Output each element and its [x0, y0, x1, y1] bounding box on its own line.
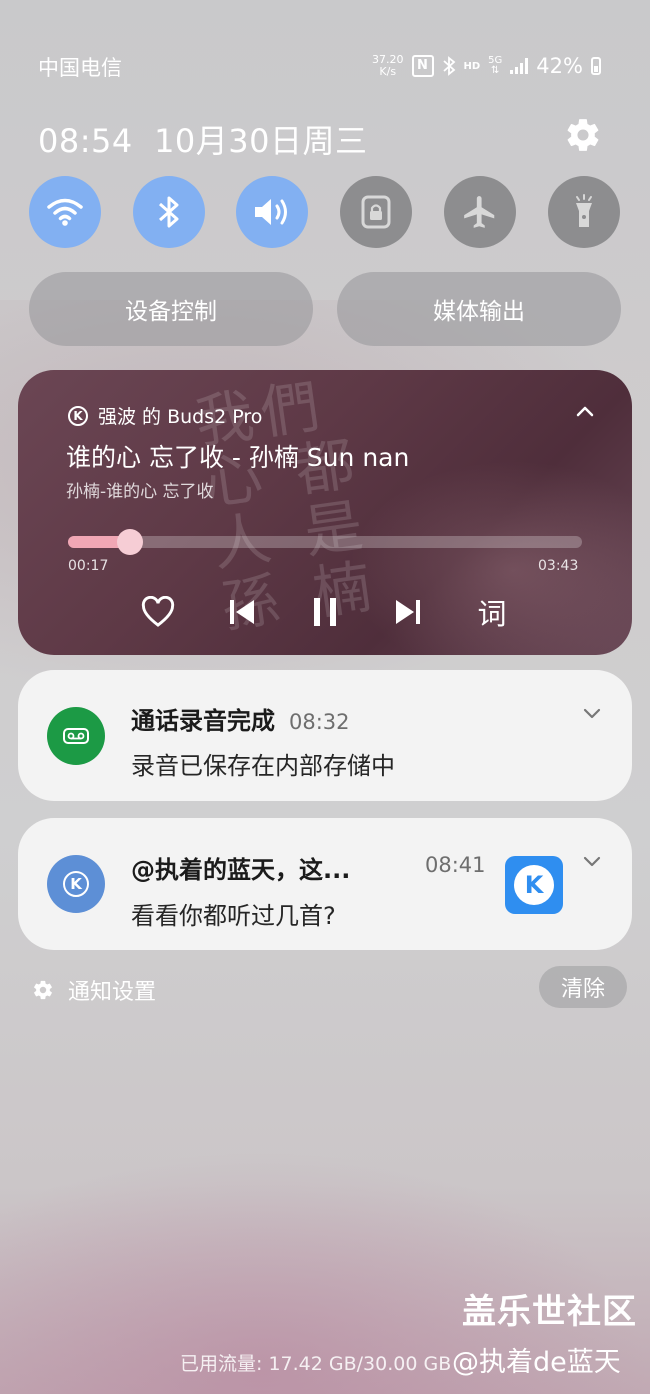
notification-settings-label: 通知设置: [68, 980, 157, 1005]
notification-time: 08:41: [425, 853, 486, 877]
flashlight-icon: [576, 194, 592, 227]
next-track-icon[interactable]: [388, 592, 428, 632]
bluetooth-icon: [159, 196, 179, 228]
device-control-button[interactable]: 设备控制: [29, 272, 313, 346]
network-speed: 37.20 K/s: [372, 54, 404, 78]
network-speed-unit: K/s: [379, 65, 397, 78]
notification-body: 录音已保存在内部存储中: [131, 752, 395, 780]
rotation-lock-toggle[interactable]: [340, 176, 412, 248]
bluetooth-toggle[interactable]: [133, 176, 205, 248]
notification-kugou[interactable]: K @执着的蓝天，这... 08:41 看看你都听过几首? K: [18, 818, 632, 950]
favorite-heart-icon[interactable]: [138, 592, 178, 632]
nfc-icon: N: [411, 55, 434, 77]
media-output-button[interactable]: 媒体输出: [337, 272, 621, 346]
clock-date[interactable]: 08:54 10月30日周三: [38, 116, 368, 162]
5g-icon: 5G ⇅: [488, 56, 502, 76]
watermark-community: 盖乐世社区: [462, 1292, 637, 1332]
clock-time[interactable]: 08:54: [38, 122, 133, 160]
notification-call-recording[interactable]: 通话录音完成 08:32 录音已保存在内部存储中: [18, 670, 632, 801]
notification-header: 通话录音完成 08:32: [131, 701, 350, 736]
date-label[interactable]: 10月30日周三: [154, 122, 367, 160]
settings-small-gear-icon: [34, 980, 52, 1000]
total-time: 03:43: [538, 558, 579, 574]
lyrics-button[interactable]: 词: [472, 592, 512, 632]
signal-strength-icon: [510, 58, 529, 74]
kugou-logo-icon: K: [514, 865, 554, 905]
battery-icon: [590, 57, 601, 75]
song-artist-album: 孙楠-谁的心 忘了收: [66, 482, 214, 502]
data-usage-label: 已用流量: 17.42 GB/30.00 GB: [180, 1353, 452, 1375]
bluetooth-status-icon: [442, 56, 456, 76]
media-player-card[interactable]: 我們 心 都 人 是 孫 楠 K 强波 的 Buds2 Pro 谁的心 忘了收 …: [18, 370, 632, 655]
settings-gear-icon[interactable]: [564, 116, 602, 154]
carrier-label: 中国电信: [38, 56, 122, 80]
flashlight-toggle[interactable]: [548, 176, 620, 248]
watermark-username: @执着de蓝天: [452, 1347, 621, 1378]
kugou-app-icon: K: [47, 855, 105, 913]
volume-icon: [255, 199, 287, 225]
clear-all-button[interactable]: 清除: [539, 966, 627, 1008]
pause-icon[interactable]: [305, 592, 345, 632]
notification-body: 看看你都听过几首?: [131, 902, 336, 930]
kugou-logo-glyph: K: [524, 871, 544, 899]
notification-settings-link[interactable]: 通知设置: [32, 974, 156, 1006]
seek-bar-thumb[interactable]: [117, 529, 144, 555]
hd-voice-icon: HD: [463, 60, 481, 72]
media-source-label: 强波 的 Buds2 Pro: [98, 406, 263, 428]
expand-chevron-down-icon[interactable]: [579, 700, 605, 726]
status-icons: 37.20 K/s N HD 5G ⇅ 42%: [372, 50, 601, 82]
notification-title: 通话录音完成: [131, 707, 275, 735]
collapse-chevron-up-icon[interactable]: [570, 396, 600, 426]
kugou-app-icon-glyph: K: [63, 871, 89, 897]
notification-title: @执着的蓝天，这...: [131, 856, 351, 884]
kugou-thumbnail: K: [505, 856, 563, 914]
media-source: K 强波 的 Buds2 Pro: [68, 402, 262, 429]
airplane-icon: [464, 196, 495, 228]
kugou-small-icon: K: [68, 405, 88, 426]
song-title: 谁的心 忘了收 - 孙楠 Sun nan: [66, 443, 410, 472]
rotation-lock-icon: [361, 195, 391, 229]
wifi-icon: [47, 198, 83, 226]
airplane-mode-toggle[interactable]: [444, 176, 516, 248]
previous-track-icon[interactable]: [222, 592, 262, 632]
voicemail-icon: [47, 707, 105, 765]
seek-bar[interactable]: [68, 536, 582, 548]
sound-toggle[interactable]: [236, 176, 308, 248]
expand-chevron-down-icon[interactable]: [579, 848, 605, 874]
notification-time: 08:32: [289, 710, 350, 734]
elapsed-time: 00:17: [68, 558, 109, 574]
wifi-toggle[interactable]: [29, 176, 101, 248]
data-arrows-icon: ⇅: [491, 65, 500, 76]
battery-percent: 42%: [536, 54, 583, 78]
